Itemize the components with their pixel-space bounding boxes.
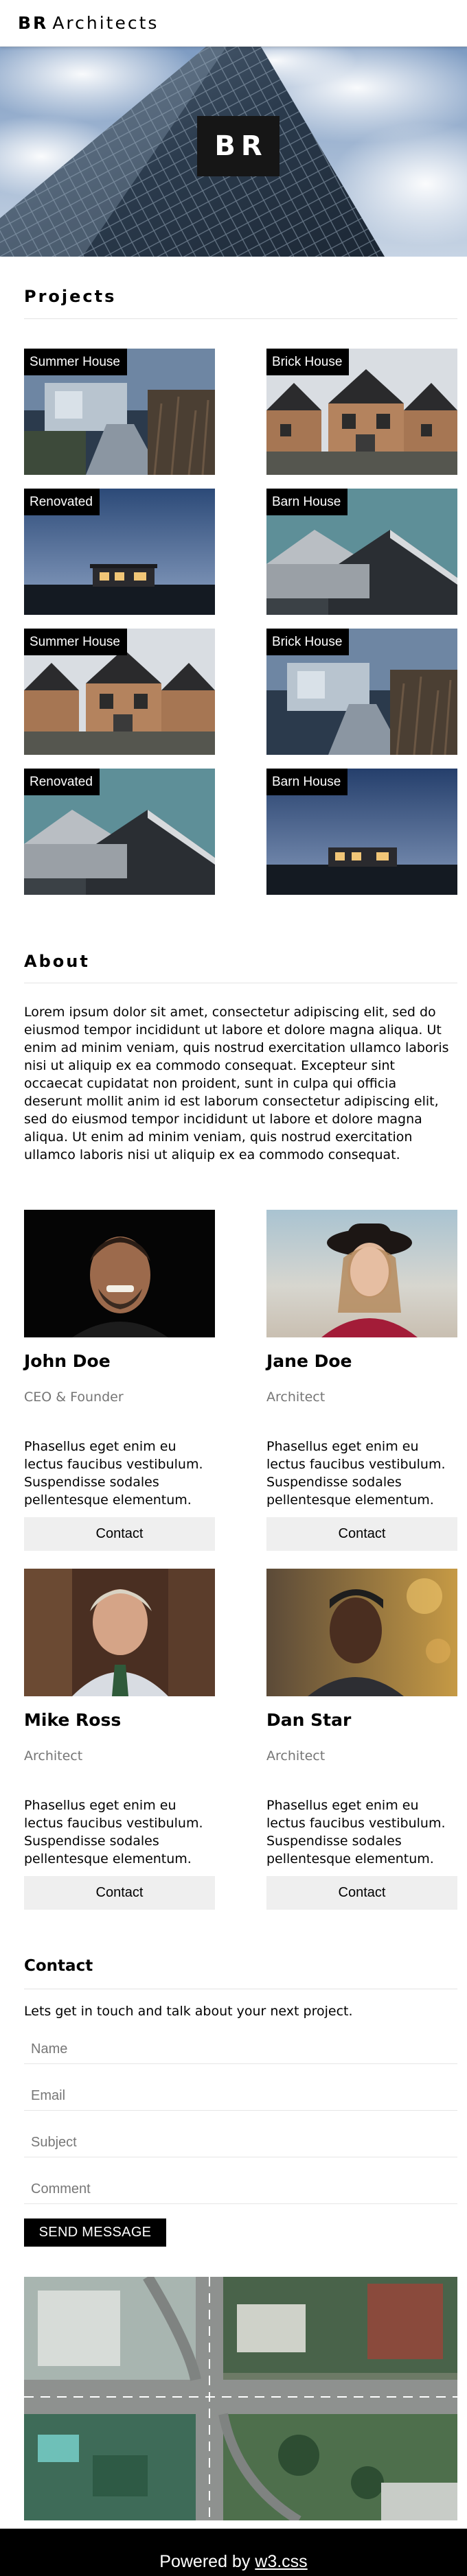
project-label: Barn House	[266, 489, 348, 515]
team-member-card: Mike Ross Architect Phasellus eget enim …	[24, 1569, 215, 1868]
send-message-button[interactable]: SEND MESSAGE	[24, 2218, 166, 2247]
contact-button-dan-star[interactable]: Contact	[266, 1876, 457, 1910]
brand-rest: Architects	[52, 13, 159, 33]
project-label: Summer House	[24, 629, 127, 655]
member-name: John Doe	[24, 1351, 111, 1371]
contact-button-jane-doe[interactable]: Contact	[266, 1517, 457, 1551]
subject-input[interactable]	[24, 2128, 457, 2157]
project-label: Renovated	[24, 489, 100, 515]
member-name: Jane Doe	[266, 1351, 352, 1371]
member-role: Architect	[266, 1390, 326, 1405]
team-member-card: Dan Star Architect Phasellus eget enim e…	[266, 1569, 457, 1868]
project-label: Brick House	[266, 349, 350, 375]
team-member-card: John Doe CEO & Founder Phasellus eget en…	[24, 1210, 215, 1509]
team-photo	[24, 1210, 215, 1337]
project-label: Renovated	[24, 769, 100, 795]
project-tile[interactable]: Brick House	[266, 629, 457, 755]
project-tile[interactable]: Summer House	[24, 349, 215, 475]
project-tile[interactable]: Renovated	[24, 489, 215, 615]
project-tile[interactable]: Renovated	[24, 769, 215, 895]
project-label: Brick House	[266, 629, 350, 655]
project-tile[interactable]: Barn House	[266, 489, 457, 615]
contact-button-mike-ross[interactable]: Contact	[24, 1876, 215, 1910]
footer: Powered by w3.css	[0, 2529, 467, 2576]
team-photo	[266, 1210, 457, 1337]
footer-w3css-link[interactable]: w3.css	[255, 2552, 307, 2571]
project-tile[interactable]: Summer House	[24, 629, 215, 755]
member-role: Architect	[24, 1748, 83, 1764]
member-name: Mike Ross	[24, 1710, 122, 1730]
footer-powered-by: Powered by	[159, 2552, 251, 2571]
brand-logo-link[interactable]: BR Architects	[18, 13, 159, 33]
member-description: Phasellus eget enim eu lectus faucibus v…	[24, 1798, 203, 1866]
project-label: Summer House	[24, 349, 127, 375]
member-description: Phasellus eget enim eu lectus faucibus v…	[266, 1798, 446, 1866]
member-description: Phasellus eget enim eu lectus faucibus v…	[266, 1439, 446, 1508]
projects-heading: Projects	[24, 287, 117, 306]
contact-button-john-doe[interactable]: Contact	[24, 1517, 215, 1551]
member-description: Phasellus eget enim eu lectus faucibus v…	[24, 1439, 203, 1508]
member-role: Architect	[266, 1748, 326, 1764]
member-role: CEO & Founder	[24, 1390, 124, 1405]
project-label: Barn House	[266, 769, 348, 795]
brand-bold: BR	[18, 13, 49, 33]
member-name: Dan Star	[266, 1710, 352, 1730]
project-tile[interactable]: Brick House	[266, 349, 457, 475]
team-photo	[24, 1569, 215, 1696]
email-input[interactable]	[24, 2081, 457, 2111]
team-member-card: Jane Doe Architect Phasellus eget enim e…	[266, 1210, 457, 1509]
top-navbar: BR Architects	[0, 0, 467, 47]
contact-heading: Contact	[24, 1957, 93, 1975]
projects-divider	[24, 318, 457, 319]
name-input[interactable]	[24, 2035, 457, 2064]
hero-badge: BR	[197, 116, 280, 176]
about-text: Lorem ipsum dolor sit amet, consectetur …	[24, 1005, 449, 1162]
comment-input[interactable]	[24, 2175, 457, 2204]
contact-intro: Lets get in touch and talk about your ne…	[24, 2004, 353, 2019]
aerial-map-image	[24, 2277, 457, 2520]
about-heading: About	[24, 952, 90, 971]
project-tile[interactable]: Barn House	[266, 769, 457, 895]
hero-banner: BR	[0, 47, 467, 257]
team-photo	[266, 1569, 457, 1696]
